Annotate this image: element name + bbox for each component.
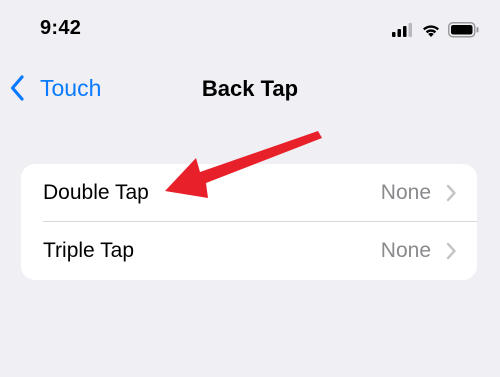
double-tap-value: None bbox=[380, 181, 431, 204]
battery-icon bbox=[448, 22, 479, 38]
double-tap-label: Double Tap bbox=[43, 181, 149, 204]
cellular-signal-icon bbox=[392, 23, 412, 37]
page-title: Back Tap bbox=[201, 76, 299, 101]
status-time: 9:42 bbox=[40, 17, 82, 39]
wifi-icon bbox=[423, 25, 439, 37]
triple-tap-label: Triple Tap bbox=[43, 239, 135, 262]
double-tap-row[interactable]: Double Tap None bbox=[21, 164, 477, 222]
status-bar: 9:42 bbox=[0, 0, 500, 60]
back-tap-settings-group: Double Tap None Triple Tap None bbox=[21, 164, 477, 280]
triple-tap-row[interactable]: Triple Tap None bbox=[21, 222, 477, 280]
chevron-right-icon bbox=[445, 242, 457, 260]
navigation-bar: Touch Back Tap bbox=[0, 64, 500, 112]
status-icons bbox=[392, 21, 482, 41]
chevron-right-icon bbox=[445, 184, 457, 202]
triple-tap-value: None bbox=[380, 239, 431, 262]
